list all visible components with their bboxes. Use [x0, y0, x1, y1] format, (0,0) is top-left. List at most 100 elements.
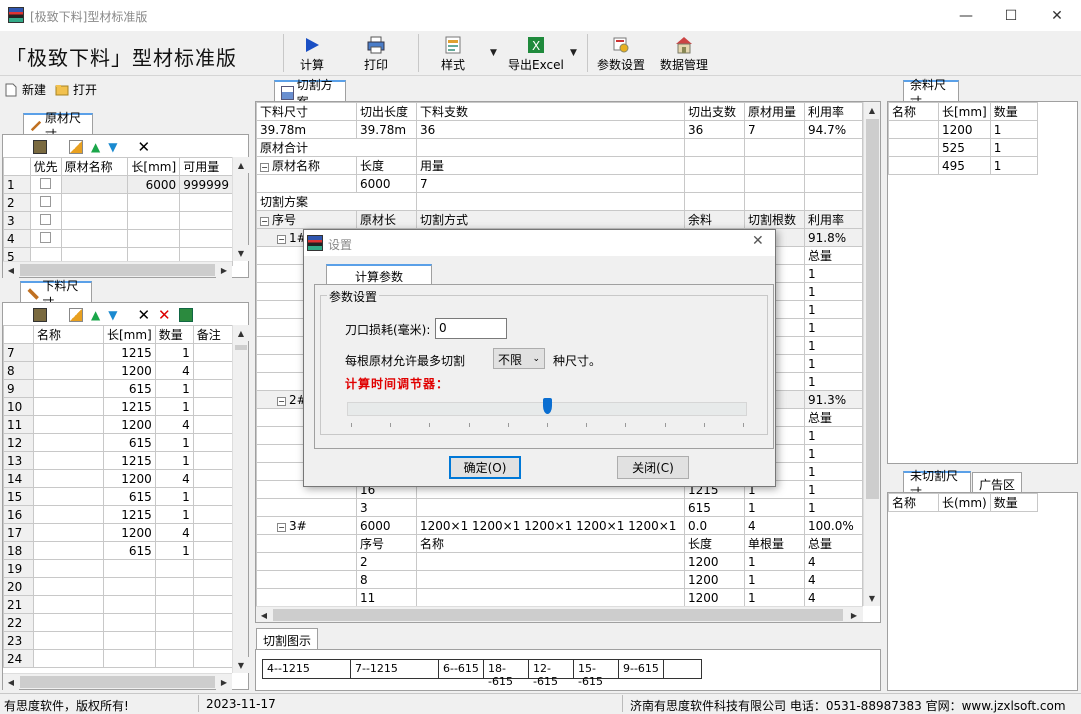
cut-hscroll[interactable]: ◀ ▶: [3, 673, 232, 690]
name-cell[interactable]: [60, 211, 129, 230]
table-row[interactable]: 14 1200 4: [3, 469, 234, 488]
table-row[interactable]: 20: [3, 577, 234, 596]
qty-cell[interactable]: [179, 229, 233, 248]
length-cell[interactable]: 615: [103, 433, 156, 452]
calc-button[interactable]: 计算: [300, 36, 324, 73]
table-row[interactable]: 495 1: [888, 156, 1039, 175]
scroll-up-icon[interactable]: ▲: [864, 102, 880, 118]
length-cell[interactable]: 615: [103, 541, 156, 560]
length-cell[interactable]: 615: [103, 487, 156, 506]
name-cell[interactable]: [33, 379, 104, 398]
scroll-left-icon[interactable]: ◀: [3, 674, 19, 690]
paste-icon[interactable]: [33, 308, 47, 322]
priority-checkbox[interactable]: [40, 213, 52, 225]
name-cell[interactable]: [33, 631, 104, 650]
qty-cell[interactable]: 4: [154, 361, 194, 380]
kerf-input[interactable]: 0: [435, 318, 507, 339]
table-row[interactable]: 8 1200 4: [3, 361, 234, 380]
scroll-left-icon[interactable]: ◀: [3, 262, 19, 278]
delete-all-icon[interactable]: ✕: [158, 306, 171, 324]
note-cell[interactable]: [192, 379, 234, 398]
edit-icon[interactable]: [69, 140, 83, 154]
plan-hscroll[interactable]: ◀ ▶: [256, 606, 863, 622]
time-slider-thumb[interactable]: [543, 398, 552, 414]
tab-leftover[interactable]: 余料尺寸: [903, 78, 959, 109]
length-cell[interactable]: [103, 559, 156, 578]
move-down-icon[interactable]: ▼: [108, 140, 117, 154]
qty-cell[interactable]: 1: [154, 487, 194, 506]
name-cell[interactable]: [33, 487, 104, 506]
qty-cell[interactable]: [154, 631, 194, 650]
length-cell[interactable]: [127, 193, 181, 212]
scroll-down-icon[interactable]: ▼: [233, 245, 249, 261]
name-cell[interactable]: [60, 175, 129, 194]
name-cell[interactable]: [33, 559, 104, 578]
qty-cell[interactable]: 4: [154, 469, 194, 488]
tab-uncut[interactable]: 未切割尺寸: [903, 469, 971, 500]
length-cell[interactable]: [127, 211, 181, 230]
note-cell[interactable]: [192, 487, 234, 506]
open-button[interactable]: 打开: [55, 81, 97, 98]
length-cell[interactable]: [127, 229, 181, 248]
ok-button[interactable]: 确定(O): [449, 456, 521, 479]
collapse-icon[interactable]: −: [277, 522, 286, 532]
scroll-right-icon[interactable]: ▶: [216, 674, 232, 690]
maximize-button[interactable]: ☐: [988, 0, 1034, 31]
move-up-icon[interactable]: ▲: [91, 140, 100, 154]
delete-icon[interactable]: ✕: [137, 306, 150, 324]
qty-cell[interactable]: 1: [154, 541, 194, 560]
note-cell[interactable]: [192, 595, 234, 614]
qty-cell[interactable]: 1: [154, 433, 194, 452]
scroll-thumb[interactable]: [235, 345, 247, 350]
scroll-right-icon[interactable]: ▶: [216, 262, 232, 278]
export-excel-button[interactable]: X 导出Excel: [508, 36, 564, 73]
name-cell[interactable]: [33, 541, 104, 560]
name-cell[interactable]: [33, 469, 104, 488]
tab-cut-sizes[interactable]: 下料尺寸: [20, 279, 92, 310]
note-cell[interactable]: [192, 415, 234, 434]
length-cell[interactable]: 1215: [103, 397, 156, 416]
length-cell[interactable]: [103, 595, 156, 614]
table-row[interactable]: 13 1215 1: [3, 451, 234, 470]
collapse-icon[interactable]: −: [277, 234, 286, 244]
name-cell[interactable]: [33, 415, 104, 434]
qty-cell[interactable]: [154, 649, 194, 668]
tab-diagram[interactable]: 切割图示: [256, 628, 318, 649]
length-cell[interactable]: 615: [103, 379, 156, 398]
priority-cell[interactable]: [29, 175, 62, 194]
collapse-icon[interactable]: −: [277, 396, 286, 406]
length-cell[interactable]: 1200: [103, 469, 156, 488]
name-cell[interactable]: [33, 505, 104, 524]
priority-checkbox[interactable]: [40, 177, 52, 189]
name-cell[interactable]: [60, 193, 129, 212]
table-row[interactable]: 11 1200 4: [3, 415, 234, 434]
raw-vscroll[interactable]: ▲ ▼: [232, 157, 249, 261]
tab-raw-material[interactable]: 原材尺寸: [23, 111, 93, 142]
table-row[interactable]: 16 1215 1: [3, 505, 234, 524]
scroll-down-icon[interactable]: ▼: [864, 590, 880, 606]
length-cell[interactable]: 6000: [127, 175, 181, 194]
table-row[interactable]: 10 1215 1: [3, 397, 234, 416]
note-cell[interactable]: [192, 649, 234, 668]
table-row[interactable]: 18 615 1: [3, 541, 234, 560]
note-cell[interactable]: [192, 505, 234, 524]
collapse-icon[interactable]: −: [260, 163, 269, 172]
priority-checkbox[interactable]: [40, 195, 52, 207]
print-button[interactable]: 打印: [364, 36, 388, 73]
plan-vscroll[interactable]: ▲ ▼: [863, 102, 880, 606]
name-cell[interactable]: [33, 523, 104, 542]
scroll-down-icon[interactable]: ▼: [233, 657, 249, 673]
qty-cell[interactable]: 1: [154, 397, 194, 416]
import-excel-icon[interactable]: [178, 308, 193, 322]
qty-cell[interactable]: [154, 577, 194, 596]
raw-hscroll[interactable]: ◀ ▶: [3, 261, 232, 278]
priority-cell[interactable]: [29, 193, 62, 212]
minimize-button[interactable]: —: [943, 0, 989, 31]
note-cell[interactable]: [192, 397, 234, 416]
name-cell[interactable]: [33, 649, 104, 668]
qty-cell[interactable]: [179, 193, 233, 212]
edit-icon[interactable]: [69, 308, 83, 322]
length-cell[interactable]: 1200: [103, 415, 156, 434]
length-cell[interactable]: [103, 577, 156, 596]
qty-cell[interactable]: 4: [154, 415, 194, 434]
